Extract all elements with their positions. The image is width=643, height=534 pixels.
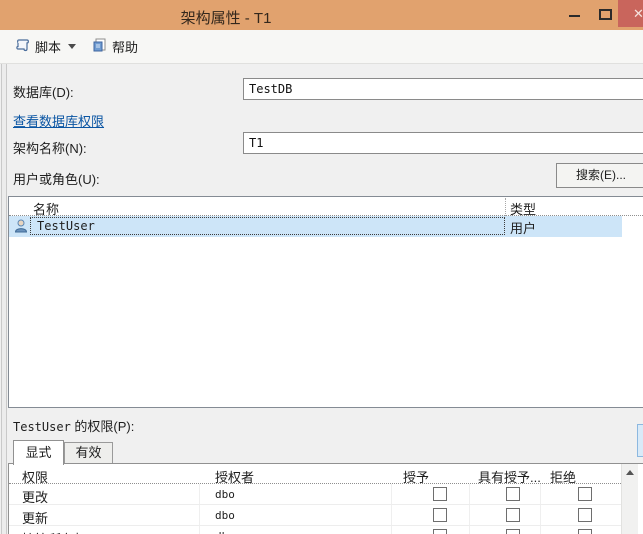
checkbox-grant[interactable]	[433, 508, 447, 522]
users-roles-label: 用户或角色(U):	[13, 172, 100, 187]
help-button[interactable]: 帮助	[88, 34, 142, 59]
search-button[interactable]: 搜索(E)...	[556, 163, 643, 188]
user-icon	[13, 218, 29, 234]
users-roles-list[interactable]: 名称 类型 TestUser 用户	[8, 196, 643, 408]
checkbox-grant[interactable]	[433, 487, 447, 501]
checkbox-with-grant[interactable]	[506, 529, 520, 534]
grantor-name: dbo	[215, 530, 235, 534]
permissions-owner: TestUser	[13, 420, 71, 434]
clipped-edge-element	[637, 424, 643, 457]
checkbox-grant[interactable]	[433, 529, 447, 534]
checkbox-deny[interactable]	[578, 487, 592, 501]
checkbox-deny[interactable]	[578, 508, 592, 522]
maximize-button[interactable]	[592, 0, 618, 28]
close-icon: ✕	[633, 6, 643, 21]
permissions-grid[interactable]: 权限 授权者 授予 具有授予... 拒绝 更改 dbo 更新 dbo 接管所有权…	[8, 463, 643, 534]
checkbox-with-grant[interactable]	[506, 487, 520, 501]
scrollbar-up-button[interactable]	[622, 464, 639, 481]
permissions-label: TestUser 的权限(P):	[13, 416, 134, 435]
table-row[interactable]: 更新 dbo	[9, 505, 621, 526]
window-title: 架构属性 - T1	[180, 10, 272, 27]
users-list-header: 名称 类型	[9, 197, 643, 217]
permissions-grid-header: 权限 授权者 授予 具有授予... 拒绝	[9, 464, 621, 485]
help-button-label: 帮助	[112, 40, 139, 55]
minimize-button[interactable]	[562, 0, 588, 28]
minimize-icon	[569, 15, 580, 17]
script-icon	[15, 37, 31, 56]
checkbox-with-grant[interactable]	[506, 508, 520, 522]
schema-name-label: 架构名称(N):	[13, 141, 87, 156]
checkbox-deny[interactable]	[578, 529, 592, 534]
user-type: 用户	[510, 221, 537, 236]
script-dropdown-arrow-icon[interactable]	[68, 44, 77, 49]
table-row[interactable]: TestUser 用户	[9, 216, 622, 237]
close-button[interactable]: ✕	[618, 0, 643, 27]
permission-name: 接管所有权	[22, 529, 87, 534]
grid-scrollbar[interactable]	[621, 464, 638, 534]
permissions-label-text: 的权限(P):	[74, 419, 135, 434]
permission-name: 更新	[22, 511, 49, 526]
view-db-permissions-link[interactable]: 查看数据库权限	[13, 111, 104, 130]
title-bar: 架构属性 - T1 ✕	[0, 0, 643, 30]
script-button-label: 脚本	[35, 40, 62, 55]
help-icon	[92, 37, 108, 56]
table-row[interactable]: 更改 dbo	[9, 484, 621, 505]
pane-splitter[interactable]	[1, 64, 7, 534]
permission-name: 更改	[22, 490, 49, 505]
tab-explicit[interactable]: 显式	[13, 440, 64, 465]
selection-focus-rect	[30, 217, 505, 235]
toolbar: 脚本 帮助	[0, 30, 643, 64]
grantor-name: dbo	[215, 488, 235, 501]
table-row[interactable]: 接管所有权 dbo	[9, 526, 621, 534]
database-field[interactable]	[243, 78, 643, 100]
grantor-name: dbo	[215, 509, 235, 522]
database-label: 数据库(D):	[13, 85, 74, 100]
user-name: TestUser	[37, 219, 95, 233]
arrow-up-icon	[626, 470, 634, 475]
schema-name-field[interactable]	[243, 132, 643, 154]
script-button[interactable]: 脚本	[11, 34, 80, 59]
maximize-icon	[599, 9, 612, 20]
tab-effective[interactable]: 有效	[64, 442, 113, 463]
